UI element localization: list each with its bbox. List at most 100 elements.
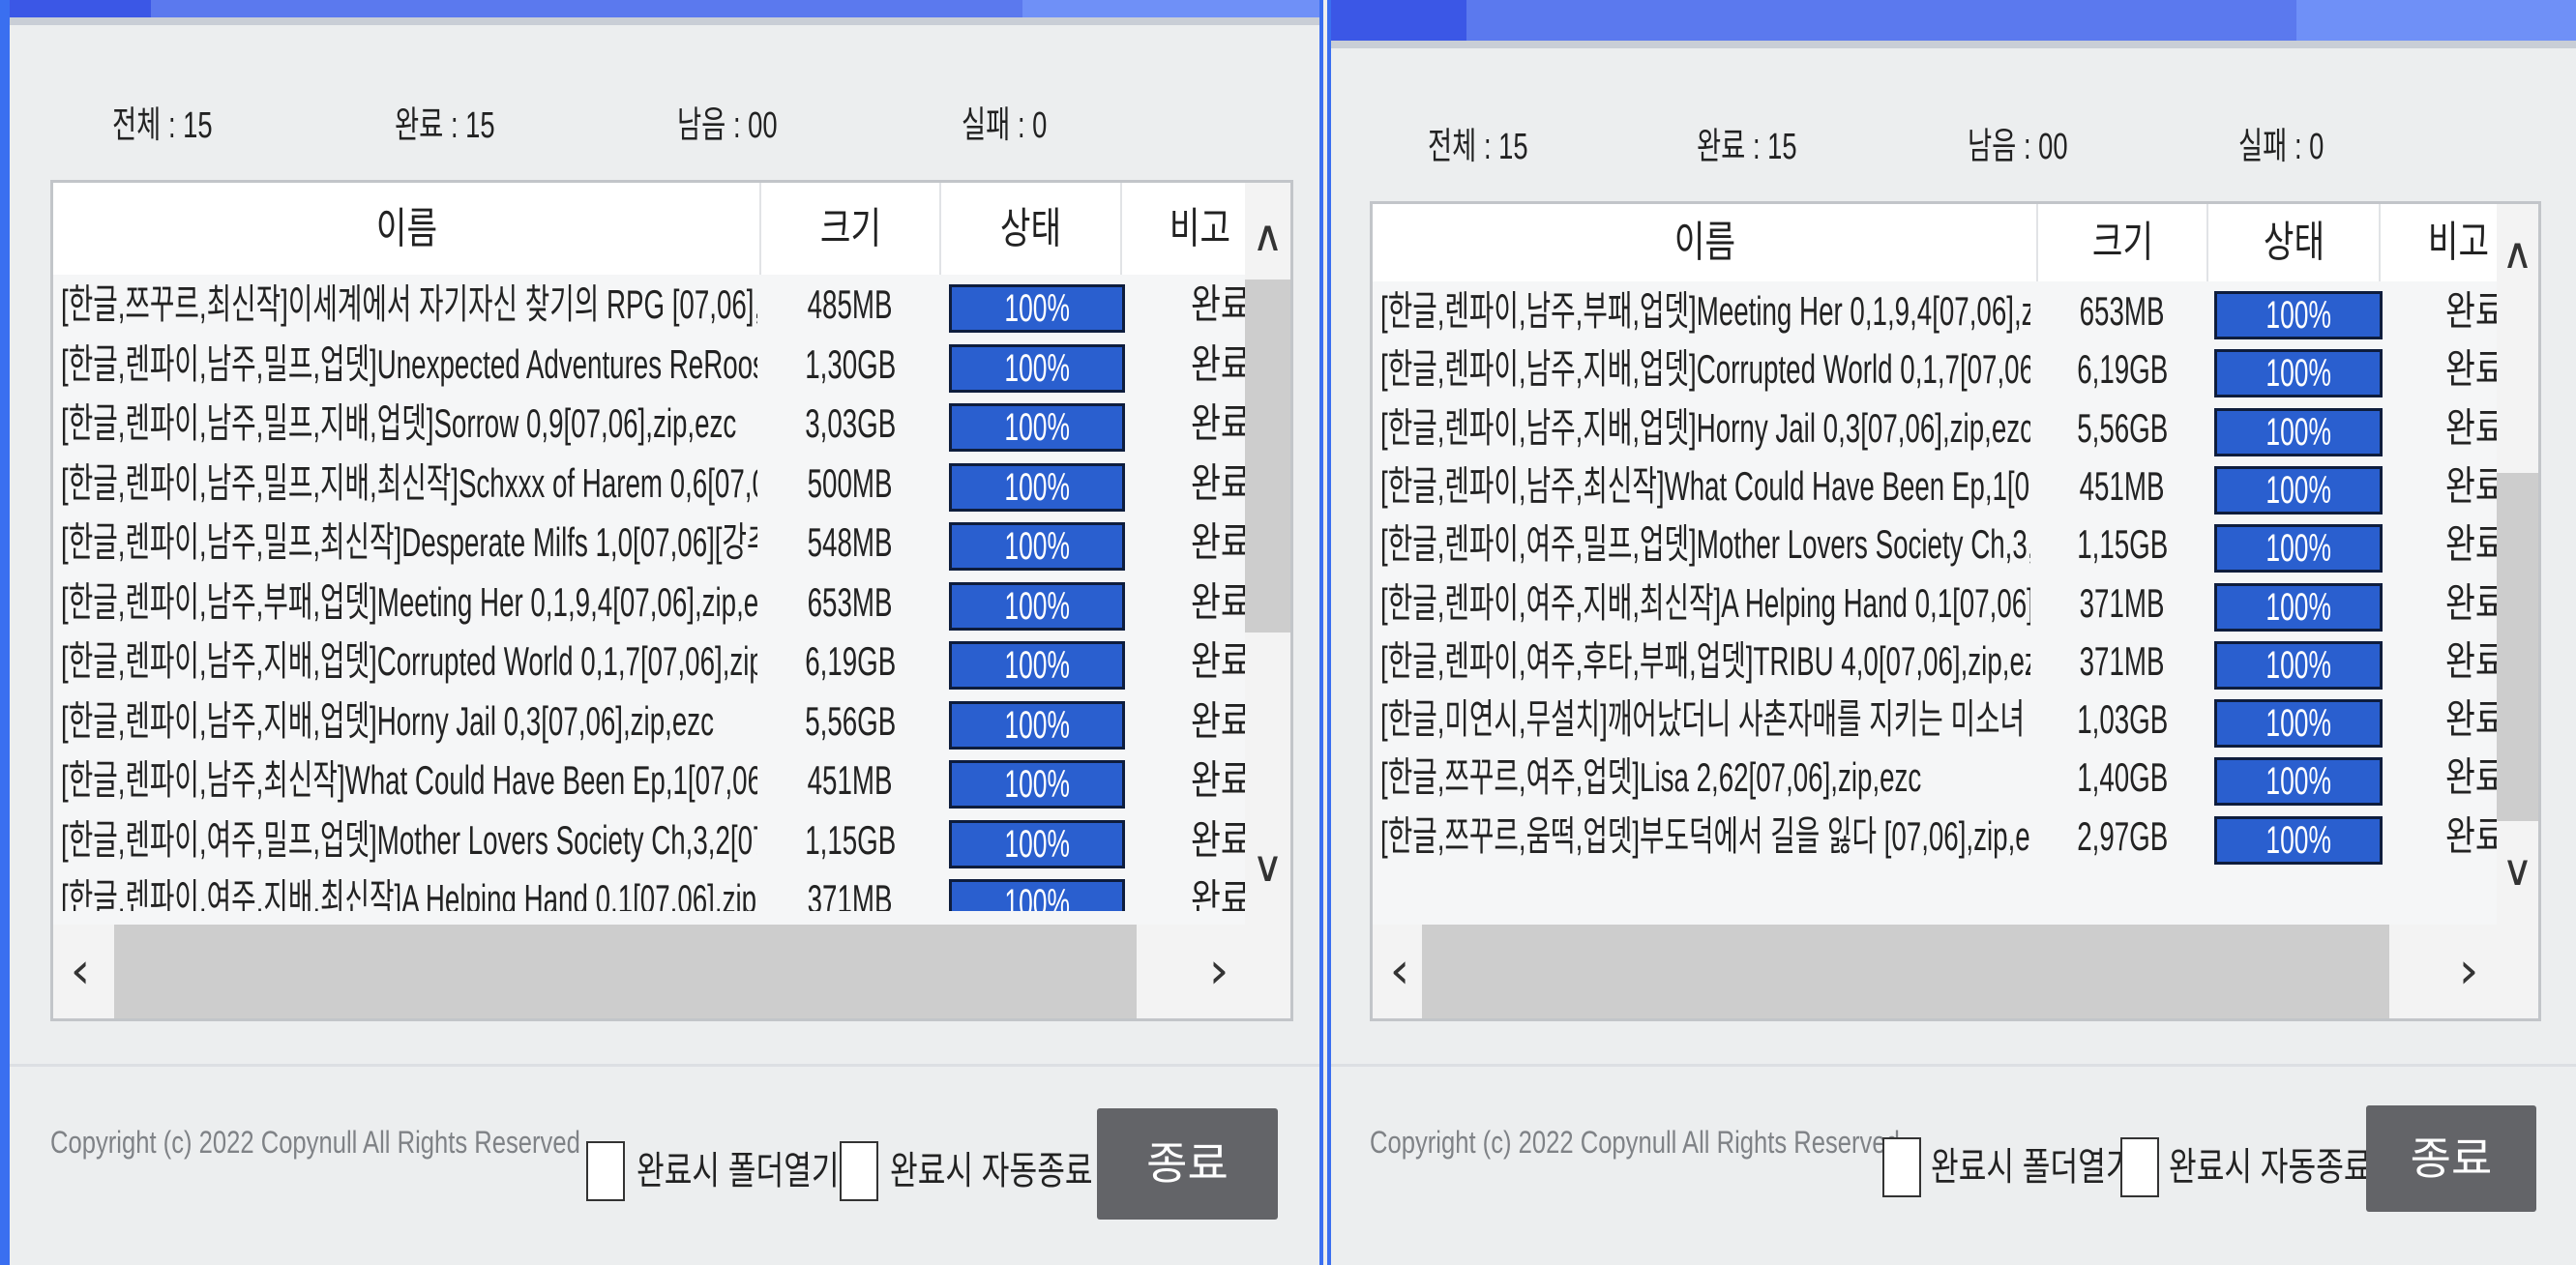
file-size: 1,03GB	[2076, 696, 2169, 743]
column-header-name[interactable]: 이름	[1373, 204, 2036, 281]
status-note: 완료	[1191, 459, 1245, 506]
list-item[interactable]: [한글,렌파이,여주,지배,최신작]A Helping Hand 0,1[07,…	[53, 869, 1245, 911]
progress-bar: 100%	[2214, 582, 2383, 632]
column-header-status[interactable]: 상태	[941, 183, 1120, 275]
vertical-scroll-thumb[interactable]	[2497, 473, 2538, 821]
column-header-size[interactable]: 크기	[2038, 204, 2206, 281]
scroll-up-arrow-icon[interactable]: ∧	[2497, 233, 2538, 276]
list-item[interactable]: [한글,렌파이,남주,최신작]What Could Have Been Ep,1…	[53, 750, 1245, 810]
list-item[interactable]: [한글,렌파이,남주,부패,업뎃]Meeting Her 0,1,9,4[07,…	[53, 573, 1245, 632]
vertical-scrollbar[interactable]: ∧ ∨	[1245, 183, 1290, 925]
close-button[interactable]: 종료	[1097, 1108, 1278, 1220]
file-size: 451MB	[808, 757, 893, 803]
auto-exit-label[interactable]: 완료시 자동종료	[2169, 1135, 2372, 1191]
auto-exit-checkbox[interactable]	[840, 1141, 878, 1201]
status-note: 완료	[2445, 696, 2497, 743]
file-size: 371MB	[2080, 579, 2165, 626]
scroll-left-arrow-icon[interactable]: ‹	[61, 946, 100, 996]
list-item[interactable]: [한글,쯔꾸르,움떡,업뎃]부도덕에서 길을 잃다 [07,06],zip,ez…	[1373, 807, 2497, 865]
list-item[interactable]: [한글,렌파이,남주,밀프,업뎃]Unexpected Adventures R…	[53, 335, 1245, 395]
list-item[interactable]: [한글,렌파이,남주,밀프,지배,최신작]Schxxx of Harem 0,6…	[53, 454, 1245, 514]
auto-exit-checkbox[interactable]	[2120, 1137, 2159, 1197]
list-item[interactable]: [한글,렌파이,여주,밀프,업뎃]Mother Lovers Society C…	[53, 810, 1245, 870]
scroll-right-arrow-icon[interactable]: ›	[1199, 946, 1238, 996]
status-note: 완료	[2445, 346, 2497, 393]
list-item[interactable]: [한글,렌파이,여주,밀프,업뎃]Mother Lovers Society C…	[1373, 515, 2497, 574]
status-note: 완료	[1191, 400, 1245, 446]
download-list[interactable]: 이름 크기 상태 비고 [한글,쯔꾸르,최신작]이세계에서 자기자신 찾기의 R…	[50, 180, 1293, 1021]
open-folder-label[interactable]: 완료시 폴더열기	[637, 1139, 840, 1195]
status-note: 완료	[2445, 288, 2497, 334]
list-item[interactable]: [한글,미연시,무설치]깨어났더니 사촌자매를 지키는 미소녀 검사 1,03GB…	[1373, 690, 2497, 749]
list-rows: [한글,렌파이,남주,부패,업뎃]Meeting Her 0,1,9,4[07,…	[1373, 281, 2497, 881]
file-name: [한글,렌파이,남주,지배,업뎃]Corrupted World 0,1,7[0…	[1380, 346, 2030, 393]
file-name: [한글,쯔꾸르,최신작]이세계에서 자기자신 찾기의 RPG [07,06],z	[61, 281, 757, 327]
list-item[interactable]: [한글,렌파이,남주,최신작]What Could Have Been Ep,1…	[1373, 456, 2497, 515]
list-item[interactable]: [한글,렌파이,남주,밀프,최신작]Desperate Milfs 1,0[07…	[53, 513, 1245, 573]
file-size: 1,40GB	[2076, 754, 2169, 801]
horizontal-scrollbar[interactable]: ‹ ›	[1373, 925, 2538, 1018]
open-folder-checkbox[interactable]	[586, 1141, 625, 1201]
vertical-scrollbar[interactable]: ∧ ∨	[2497, 204, 2538, 925]
title-bar[interactable]	[10, 0, 1319, 17]
right-downloader-window: 전체 : 15 완료 : 15 남음 : 00 실패 : 0 이름 크기 상태 …	[1327, 0, 2576, 1265]
list-item[interactable]: [한글,렌파이,남주,밀프,지배,업뎃]Sorrow 0,9[07,06],zi…	[53, 394, 1245, 454]
status-note: 완료	[1191, 816, 1245, 863]
auto-exit-label[interactable]: 완료시 자동종료	[890, 1139, 1093, 1195]
file-size: 548MB	[808, 519, 893, 565]
file-name: [한글,렌파이,여주,밀프,업뎃]Mother Lovers Society C…	[61, 816, 757, 863]
vertical-scroll-thumb[interactable]	[1245, 279, 1290, 632]
file-size: 2,97GB	[2076, 812, 2169, 859]
column-header-size[interactable]: 크기	[761, 183, 939, 275]
title-bar[interactable]	[1331, 0, 2576, 41]
progress-bar: 100%	[2214, 757, 2383, 807]
file-name: [한글,렌파이,남주,밀프,지배,최신작]Schxxx of Harem 0,6…	[61, 459, 757, 506]
progress-bar: 100%	[2214, 524, 2383, 574]
open-folder-checkbox[interactable]	[1882, 1137, 1921, 1197]
list-item[interactable]: [한글,쯔꾸르,최신작]이세계에서 자기자신 찾기의 RPG [07,06],z…	[53, 275, 1245, 335]
horizontal-scroll-thumb[interactable]	[1422, 925, 2389, 1018]
scroll-left-arrow-icon[interactable]: ‹	[1380, 946, 1419, 996]
file-name: [한글,렌파이,남주,밀프,최신작]Desperate Milfs 1,0[07…	[61, 519, 757, 565]
file-size: 1,15GB	[804, 816, 897, 863]
list-item[interactable]: [한글,렌파이,남주,지배,업뎃]Corrupted World 0,1,7[0…	[53, 632, 1245, 691]
status-note: 완료	[2445, 404, 2497, 451]
file-size: 1,15GB	[2076, 521, 2169, 568]
list-item[interactable]: [한글,렌파이,남주,지배,업뎃]Corrupted World 0,1,7[0…	[1373, 339, 2497, 398]
title-separator	[10, 17, 1319, 25]
list-item[interactable]: [한글,쯔꾸르,여주,업뎃]Lisa 2,62[07,06],zip,ezc 1,…	[1373, 748, 2497, 807]
status-note: 완료	[1191, 578, 1245, 625]
progress-bar: 100%	[949, 343, 1125, 393]
list-item[interactable]: [한글,렌파이,남주,부패,업뎃]Meeting Her 0,1,9,4[07,…	[1373, 281, 2497, 339]
stat-remaining: 남음 : 00	[677, 105, 778, 146]
horizontal-scroll-thumb[interactable]	[114, 925, 1137, 1018]
progress-bar: 100%	[949, 641, 1125, 690]
scroll-down-arrow-icon[interactable]: ∨	[2497, 850, 2538, 893]
scroll-down-arrow-icon[interactable]: ∨	[1245, 846, 1290, 889]
list-item[interactable]: [한글,렌파이,남주,지배,업뎃]Horny Jail 0,3[07,06],z…	[53, 691, 1245, 751]
list-item[interactable]: [한글,렌파이,남주,지배,업뎃]Horny Jail 0,3[07,06],z…	[1373, 398, 2497, 456]
list-rows: [한글,쯔꾸르,최신작]이세계에서 자기자신 찾기의 RPG [07,06],z…	[53, 275, 1245, 911]
file-name: [한글,렌파이,여주,지배,최신작]A Helping Hand 0,1[07,…	[1380, 579, 2030, 626]
scroll-up-arrow-icon[interactable]: ∧	[1245, 216, 1290, 258]
download-list[interactable]: 이름 크기 상태 비고 [한글,렌파이,남주,부패,업뎃]Meeting Her…	[1370, 201, 2541, 1021]
open-folder-label[interactable]: 완료시 폴더열기	[1931, 1135, 2134, 1191]
status-note: 완료	[2445, 462, 2497, 509]
status-note: 완료	[2445, 521, 2497, 568]
stat-failed: 실패 : 0	[2238, 127, 2324, 167]
file-name: [한글,쯔꾸르,여주,업뎃]Lisa 2,62[07,06],zip,ezc	[1380, 754, 1922, 801]
progress-bar: 100%	[949, 403, 1125, 452]
left-downloader-window: 전체 : 15 완료 : 15 남음 : 00 실패 : 0 이름 크기 상태 …	[0, 0, 1323, 1265]
list-item[interactable]: [한글,렌파이,여주,지배,최신작]A Helping Hand 0,1[07,…	[1373, 574, 2497, 632]
scroll-right-arrow-icon[interactable]: ›	[2449, 946, 2488, 996]
progress-bar: 100%	[2214, 291, 2383, 339]
file-size: 5,56GB	[804, 697, 897, 744]
status-note: 완료	[1191, 638, 1245, 684]
horizontal-scrollbar[interactable]: ‹ ›	[53, 925, 1290, 1018]
file-size: 485MB	[808, 281, 893, 327]
column-header-status[interactable]: 상태	[2208, 204, 2379, 281]
column-header-name[interactable]: 이름	[53, 183, 759, 275]
list-item[interactable]: [한글,렌파이,여주,후타,부패,업뎃]TRIBU 4,0[07,06],zip…	[1373, 632, 2497, 690]
status-note: 완료	[1191, 757, 1245, 803]
close-button[interactable]: 종료	[2366, 1105, 2536, 1212]
